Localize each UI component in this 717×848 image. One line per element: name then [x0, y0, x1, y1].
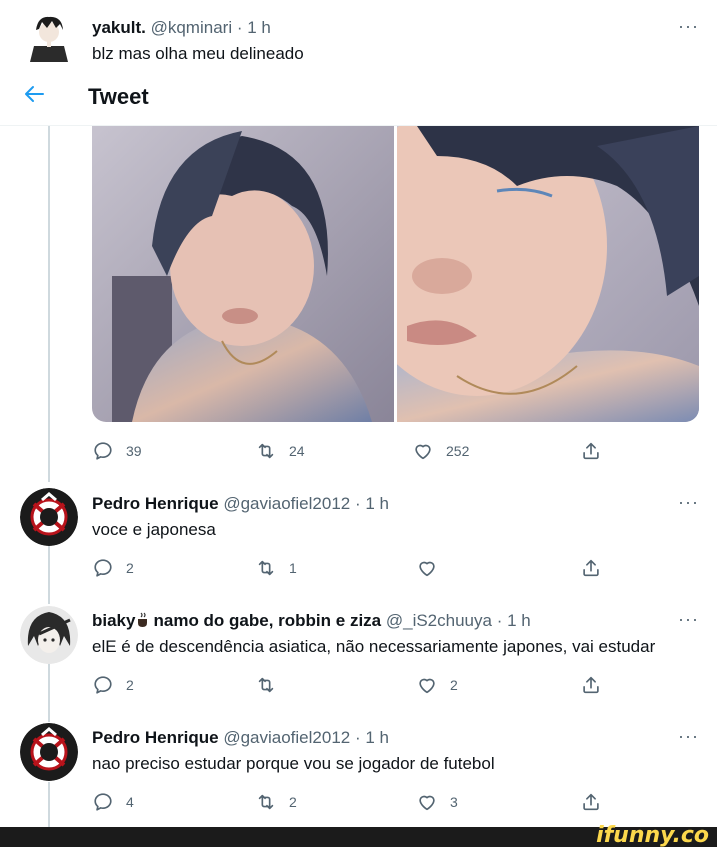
heart-icon [419, 561, 435, 577]
author-name-suffix[interactable]: namo do gabe, robbin e ziza [153, 611, 381, 630]
separator: · [354, 728, 361, 747]
like-count: 2 [450, 677, 458, 693]
tweet-media-grid [92, 126, 699, 422]
retweet-icon [258, 677, 274, 693]
reply-icon [94, 559, 112, 577]
reply-header: Pedro Henrique @gaviaofiel2012 · 1 h [92, 728, 389, 748]
retweet-count: 2 [289, 794, 297, 810]
tweet-photo[interactable] [92, 126, 394, 422]
reply-count: 2 [126, 677, 134, 693]
retweet-count: 24 [289, 443, 305, 459]
reply-header: biaky namo do gabe, robbin e ziza @_iS2ch… [92, 611, 531, 633]
tweet-header-bar: Tweet [0, 68, 717, 126]
retweet-icon [258, 794, 274, 810]
reply-count: 4 [126, 794, 134, 810]
retweet-button[interactable]: 1 [255, 557, 297, 579]
timestamp[interactable]: 1 h [247, 18, 271, 37]
reply-icon [94, 793, 112, 811]
tweet-photo[interactable] [347, 126, 699, 422]
like-count: 3 [450, 794, 458, 810]
avatar[interactable] [20, 606, 78, 664]
reply-count: 2 [126, 560, 134, 576]
share-button[interactable] [580, 440, 602, 462]
back-arrow-icon[interactable] [22, 82, 46, 110]
reply-button[interactable]: 4 [92, 791, 134, 813]
retweet-button[interactable]: 24 [255, 440, 305, 462]
more-options-icon[interactable]: ··· [678, 609, 699, 630]
reply-text: elE é de descendência asiatica, não nece… [92, 637, 656, 656]
watermark-bar: ifunny.co [0, 823, 717, 848]
share-icon [583, 559, 599, 577]
share-icon [583, 442, 599, 460]
avatar[interactable] [20, 488, 78, 546]
watermark-logo: ifunny.co [596, 823, 709, 848]
thread-line [48, 546, 50, 604]
like-button[interactable]: 2 [416, 674, 458, 696]
retweet-icon [258, 560, 274, 576]
separator: · [354, 494, 361, 513]
reply-button[interactable]: 39 [92, 440, 142, 462]
author-name[interactable]: yakult. [92, 18, 146, 37]
avatar[interactable] [20, 12, 78, 62]
author-name[interactable]: biaky [92, 611, 135, 630]
more-options-icon[interactable]: ··· [678, 16, 699, 37]
retweet-button[interactable]: 2 [255, 791, 297, 813]
share-button[interactable] [580, 674, 602, 696]
like-button[interactable]: 3 [416, 791, 458, 813]
like-count: 252 [446, 443, 470, 459]
separator: · [236, 18, 243, 37]
share-button[interactable] [580, 791, 602, 813]
share-icon [583, 676, 599, 694]
reply-text: nao preciso estudar porque vou se jogado… [92, 754, 495, 773]
heart-icon [415, 444, 431, 460]
share-button[interactable] [580, 557, 602, 579]
thread-line [48, 782, 50, 827]
reply-button[interactable]: 2 [92, 557, 134, 579]
like-button[interactable] [416, 557, 450, 579]
share-icon [583, 793, 599, 811]
reply-count: 39 [126, 443, 142, 459]
retweet-count: 1 [289, 560, 297, 576]
thread-line [48, 664, 50, 722]
author-handle[interactable]: @_iS2chuuya [386, 611, 492, 630]
coffee-icon [137, 612, 149, 633]
reply-button[interactable]: 2 [92, 674, 134, 696]
heart-icon [419, 795, 435, 811]
reply-header: Pedro Henrique @gaviaofiel2012 · 1 h [92, 494, 389, 514]
reply-icon [94, 676, 112, 694]
more-options-icon[interactable]: ··· [678, 726, 699, 747]
author-name[interactable]: Pedro Henrique [92, 494, 219, 513]
author-handle[interactable]: @gaviaofiel2012 [223, 494, 350, 513]
timestamp[interactable]: 1 h [365, 494, 389, 513]
separator: · [496, 611, 503, 630]
retweet-icon [258, 443, 274, 459]
like-button[interactable]: 252 [412, 440, 469, 462]
page-title: Tweet [88, 84, 149, 109]
author-handle[interactable]: @kqminari [151, 18, 233, 37]
timestamp[interactable]: 1 h [365, 728, 389, 747]
more-options-icon[interactable]: ··· [678, 492, 699, 513]
avatar[interactable] [20, 723, 78, 781]
retweet-button[interactable] [255, 674, 289, 696]
heart-icon [419, 678, 435, 694]
author-name[interactable]: Pedro Henrique [92, 728, 219, 747]
reply-text: voce e japonesa [92, 520, 216, 539]
timestamp[interactable]: 1 h [507, 611, 531, 630]
tweet-header: yakult. @kqminari · 1 h [92, 18, 271, 38]
tweet-text: blz mas olha meu delineado [92, 44, 304, 63]
reply-icon [94, 442, 112, 460]
author-handle[interactable]: @gaviaofiel2012 [223, 728, 350, 747]
thread-line [48, 125, 50, 482]
